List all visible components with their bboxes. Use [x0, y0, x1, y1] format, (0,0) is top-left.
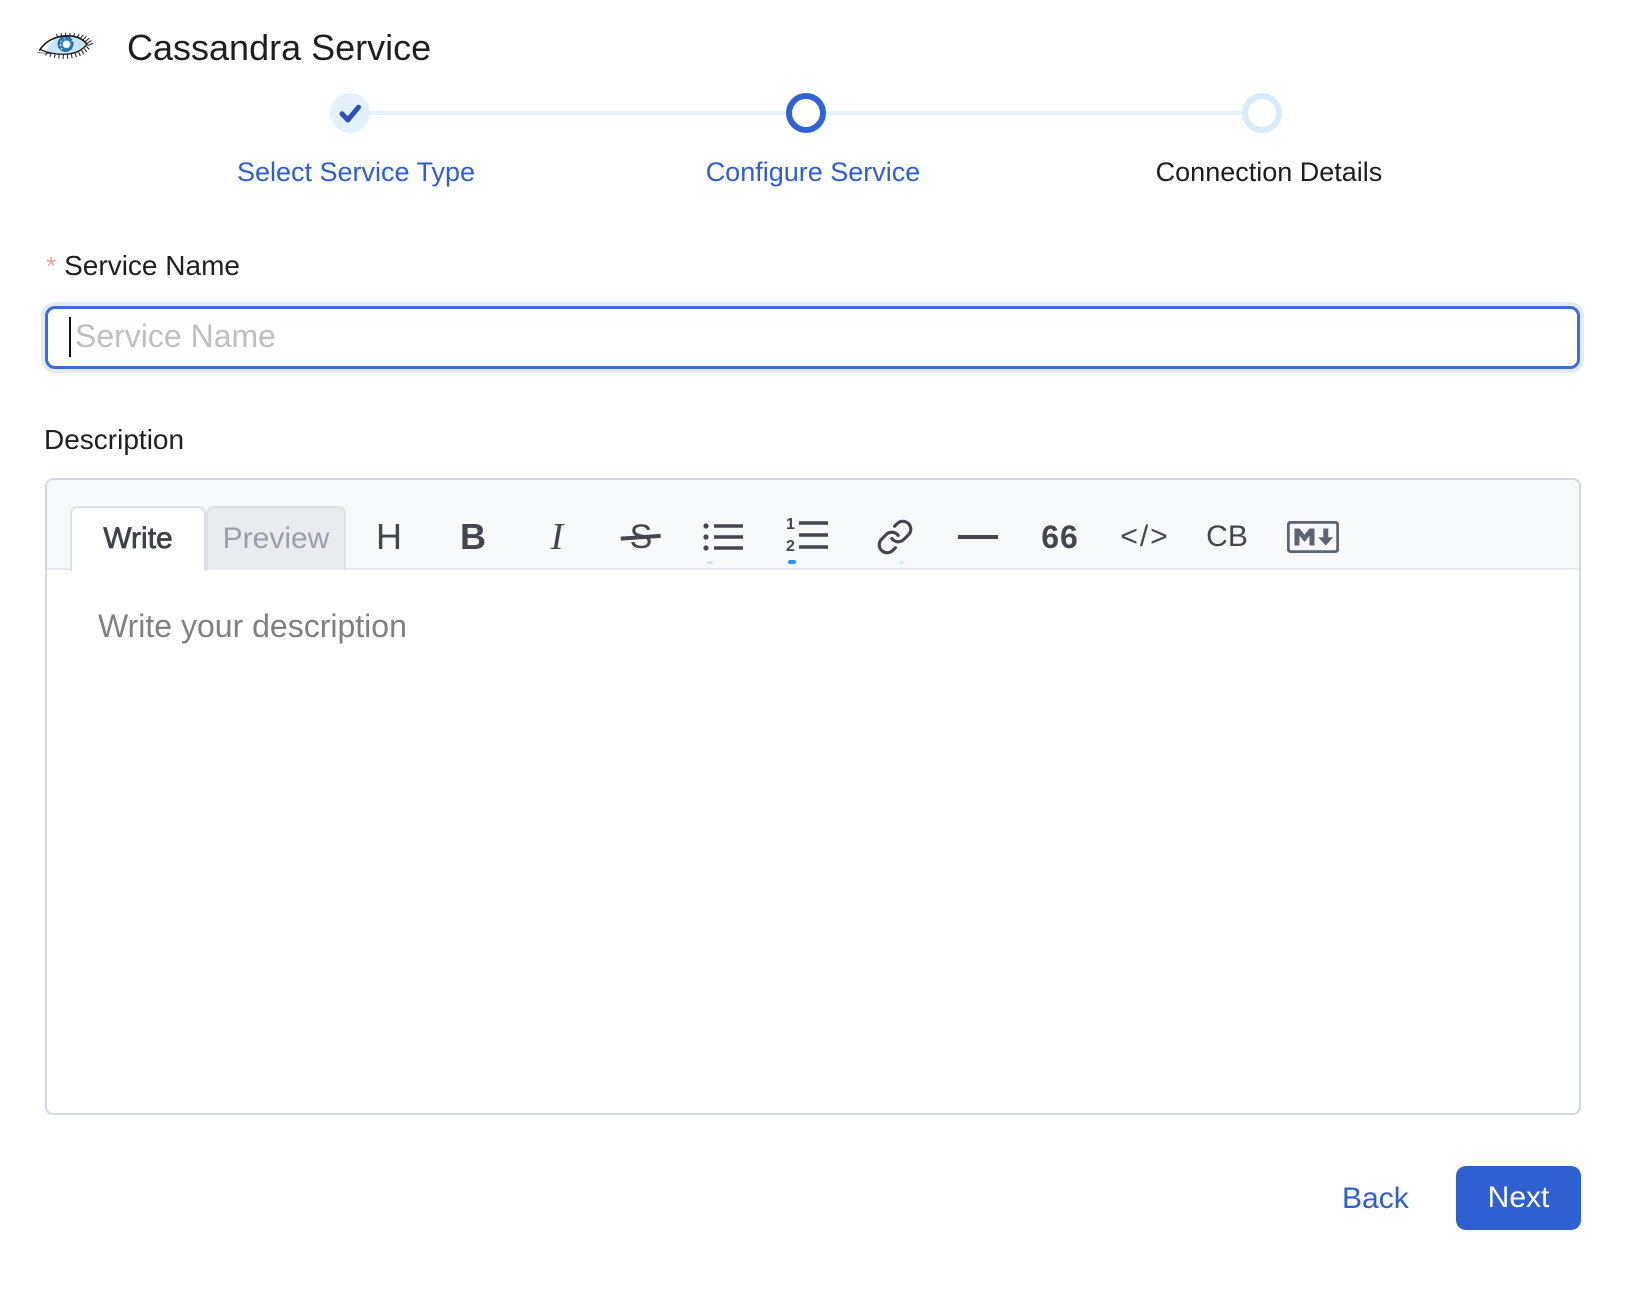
svg-text:1: 1 [786, 518, 795, 533]
svg-text:2: 2 [786, 538, 795, 552]
